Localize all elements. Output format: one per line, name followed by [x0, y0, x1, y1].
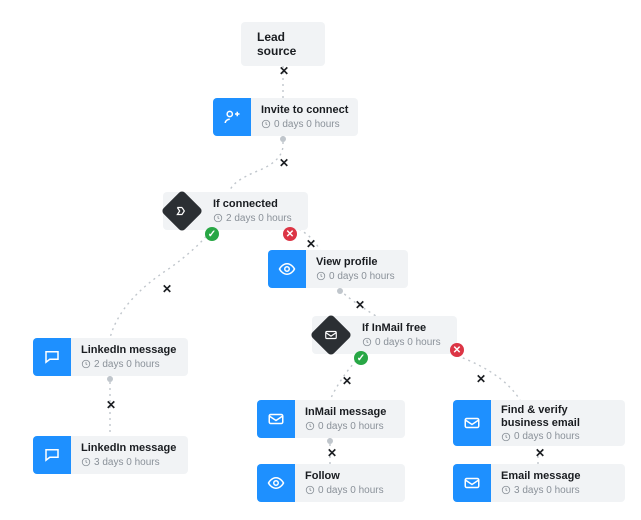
node-delay: 0 days 0 hours: [305, 421, 386, 432]
node-title: Find & verify business email: [501, 404, 611, 430]
node-delay: 3 days 0 hours: [81, 457, 176, 468]
branch-icon: [161, 190, 203, 232]
mail-icon: [453, 464, 491, 502]
node-delay: 2 days 0 hours: [81, 359, 176, 370]
add-step-icon[interactable]: ✕: [474, 372, 488, 386]
node-title: View profile: [316, 256, 395, 269]
mail-branch-icon: [310, 314, 352, 356]
node-title: InMail message: [305, 406, 386, 419]
node-title: If InMail free: [362, 322, 441, 335]
port-dot: [280, 136, 286, 142]
node-if-connected[interactable]: If connected 2 days 0 hours: [163, 192, 308, 230]
node-delay: 0 days 0 hours: [316, 271, 395, 282]
node-title: Email message: [501, 470, 581, 483]
add-step-icon[interactable]: ✕: [104, 398, 118, 412]
add-step-icon[interactable]: ✕: [160, 282, 174, 296]
port-dot: [337, 288, 343, 294]
eye-icon: [268, 250, 306, 288]
port-dot: [327, 438, 333, 444]
node-invite-to-connect[interactable]: Invite to connect 0 days 0 hours: [213, 98, 358, 136]
eye-plus-icon: [257, 464, 295, 502]
node-title: LinkedIn message: [81, 442, 176, 455]
add-step-icon[interactable]: ✕: [340, 374, 354, 388]
node-inmail-message[interactable]: InMail message 0 days 0 hours: [257, 400, 405, 438]
node-delay: 0 days 0 hours: [501, 431, 611, 442]
mail-search-icon: [453, 400, 491, 446]
add-step-icon[interactable]: ✕: [353, 298, 367, 312]
add-step-icon[interactable]: ✕: [277, 64, 291, 78]
node-delay: 0 days 0 hours: [261, 119, 348, 130]
node-label: Lead source: [257, 30, 309, 58]
add-step-icon[interactable]: ✕: [304, 237, 318, 251]
node-view-profile[interactable]: View profile 0 days 0 hours: [268, 250, 408, 288]
node-lead-source[interactable]: Lead source: [241, 22, 325, 66]
mail-icon: [257, 400, 295, 438]
add-step-icon[interactable]: ✕: [325, 446, 339, 460]
node-title: LinkedIn message: [81, 344, 176, 357]
node-title: Invite to connect: [261, 104, 348, 117]
add-step-icon[interactable]: ✕: [277, 156, 291, 170]
node-delay: 0 days 0 hours: [305, 485, 384, 496]
add-step-icon[interactable]: ✕: [533, 446, 547, 460]
port-dot: [107, 376, 113, 382]
node-delay: 0 days 0 hours: [362, 337, 441, 348]
person-plus-icon: [213, 98, 251, 136]
node-title: Follow: [305, 470, 384, 483]
chat-icon: [33, 338, 71, 376]
node-linkedin-message-2[interactable]: LinkedIn message 3 days 0 hours: [33, 436, 188, 474]
node-delay: 2 days 0 hours: [213, 213, 292, 224]
node-delay: 3 days 0 hours: [501, 485, 581, 496]
node-follow[interactable]: Follow 0 days 0 hours: [257, 464, 405, 502]
node-find-verify-email[interactable]: Find & verify business email 0 days 0 ho…: [453, 400, 625, 446]
node-if-inmail-free[interactable]: If InMail free 0 days 0 hours: [312, 316, 457, 354]
node-linkedin-message-1[interactable]: LinkedIn message 2 days 0 hours: [33, 338, 188, 376]
chat-icon: [33, 436, 71, 474]
node-email-message[interactable]: Email message 3 days 0 hours: [453, 464, 625, 502]
node-title: If connected: [213, 198, 292, 211]
